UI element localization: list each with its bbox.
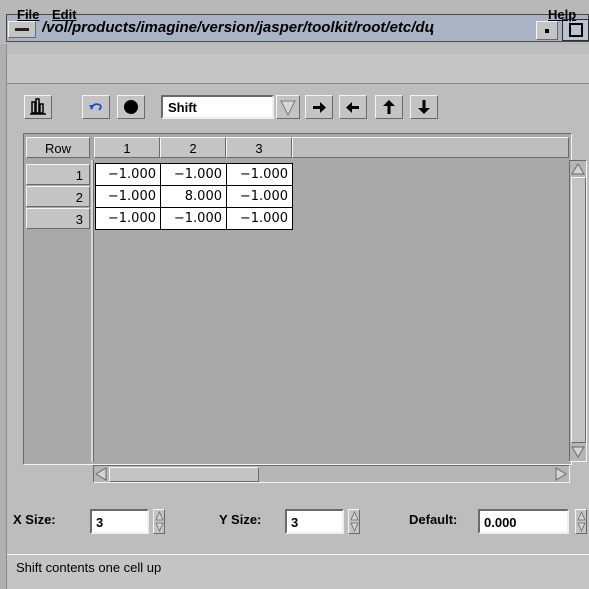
column-header-filler bbox=[292, 137, 569, 158]
operation-select[interactable]: Shift bbox=[161, 95, 274, 119]
y-size-input[interactable]: 3 bbox=[285, 509, 344, 534]
row-header-divider bbox=[91, 160, 94, 462]
arrow-right-icon bbox=[313, 102, 326, 113]
shift-right-button[interactable] bbox=[305, 95, 333, 119]
vertical-scrollbar-thumb[interactable] bbox=[571, 177, 586, 443]
shift-left-button[interactable] bbox=[339, 95, 367, 119]
row-header[interactable]: 2 bbox=[26, 186, 90, 207]
record-dot-icon bbox=[124, 100, 138, 114]
arrow-left-icon bbox=[346, 102, 359, 113]
spin-up-icon[interactable] bbox=[350, 511, 359, 521]
arrow-down-icon bbox=[418, 100, 430, 114]
x-size-label: X Size: bbox=[13, 512, 56, 527]
scroll-up-icon[interactable] bbox=[570, 162, 586, 176]
menu-file[interactable]: File bbox=[17, 7, 39, 22]
maximize-button[interactable] bbox=[562, 19, 589, 41]
row-column-header: Row bbox=[26, 137, 90, 158]
minimize-icon bbox=[545, 29, 549, 33]
horizontal-scrollbar-thumb[interactable] bbox=[109, 467, 259, 482]
menu-edit-label: Edit bbox=[52, 7, 77, 22]
scroll-left-icon[interactable] bbox=[94, 466, 108, 482]
x-size-spinner[interactable] bbox=[153, 509, 165, 534]
menu-help[interactable]: Help bbox=[548, 7, 576, 22]
y-size-spinner[interactable] bbox=[348, 509, 360, 534]
matrix-cell[interactable]: −1.000 bbox=[160, 207, 227, 230]
default-value-input[interactable]: 0.000 bbox=[478, 509, 569, 534]
window-menu-icon bbox=[15, 28, 29, 31]
matrix-cell[interactable]: −1.000 bbox=[226, 207, 293, 230]
scroll-down-icon[interactable] bbox=[570, 445, 586, 459]
operation-dropdown-button[interactable] bbox=[276, 95, 300, 119]
matrix-cell[interactable]: −1.000 bbox=[95, 185, 161, 208]
window-title: /vol/products/imagine/version/jasper/too… bbox=[42, 19, 435, 36]
column-header[interactable]: 3 bbox=[226, 137, 292, 158]
arrow-up-icon bbox=[383, 100, 395, 114]
column-header[interactable]: 2 bbox=[160, 137, 226, 158]
undo-button[interactable] bbox=[82, 95, 110, 119]
record-button[interactable] bbox=[117, 95, 145, 119]
minimize-button[interactable] bbox=[536, 21, 558, 40]
row-header[interactable]: 1 bbox=[26, 164, 90, 185]
chart-button[interactable] bbox=[24, 95, 52, 119]
status-message: Shift contents one cell up bbox=[16, 560, 162, 575]
row-header[interactable]: 3 bbox=[26, 208, 90, 229]
default-label: Default: bbox=[409, 512, 458, 527]
column-chart-icon bbox=[30, 98, 46, 115]
shift-down-button[interactable] bbox=[410, 95, 438, 119]
y-size-label: Y Size: bbox=[219, 512, 262, 527]
spin-up-icon[interactable] bbox=[155, 511, 164, 521]
shift-up-button[interactable] bbox=[375, 95, 403, 119]
matrix-cell[interactable]: −1.000 bbox=[226, 163, 293, 186]
menubar bbox=[7, 54, 589, 84]
maximize-icon bbox=[569, 23, 583, 37]
scroll-right-icon[interactable] bbox=[554, 466, 568, 482]
chevron-down-icon bbox=[280, 100, 296, 117]
column-header[interactable]: 1 bbox=[94, 137, 160, 158]
window-left-border bbox=[0, 44, 7, 589]
spin-down-icon[interactable] bbox=[350, 522, 359, 532]
matrix-cell[interactable]: −1.000 bbox=[226, 185, 293, 208]
x-size-input[interactable]: 3 bbox=[90, 509, 149, 534]
spin-down-icon[interactable] bbox=[155, 522, 164, 532]
menu-edit[interactable]: Edit bbox=[52, 7, 77, 22]
matrix-cell[interactable]: 8.000 bbox=[160, 185, 227, 208]
window-menu-button[interactable] bbox=[8, 21, 36, 38]
spin-down-icon[interactable] bbox=[577, 522, 586, 532]
matrix-cell[interactable]: −1.000 bbox=[160, 163, 227, 186]
default-value-spinner[interactable] bbox=[575, 509, 587, 534]
matrix-cell[interactable]: −1.000 bbox=[95, 207, 161, 230]
undo-icon bbox=[89, 103, 102, 111]
spin-up-icon[interactable] bbox=[577, 511, 586, 521]
matrix-cell[interactable]: −1.000 bbox=[95, 163, 161, 186]
